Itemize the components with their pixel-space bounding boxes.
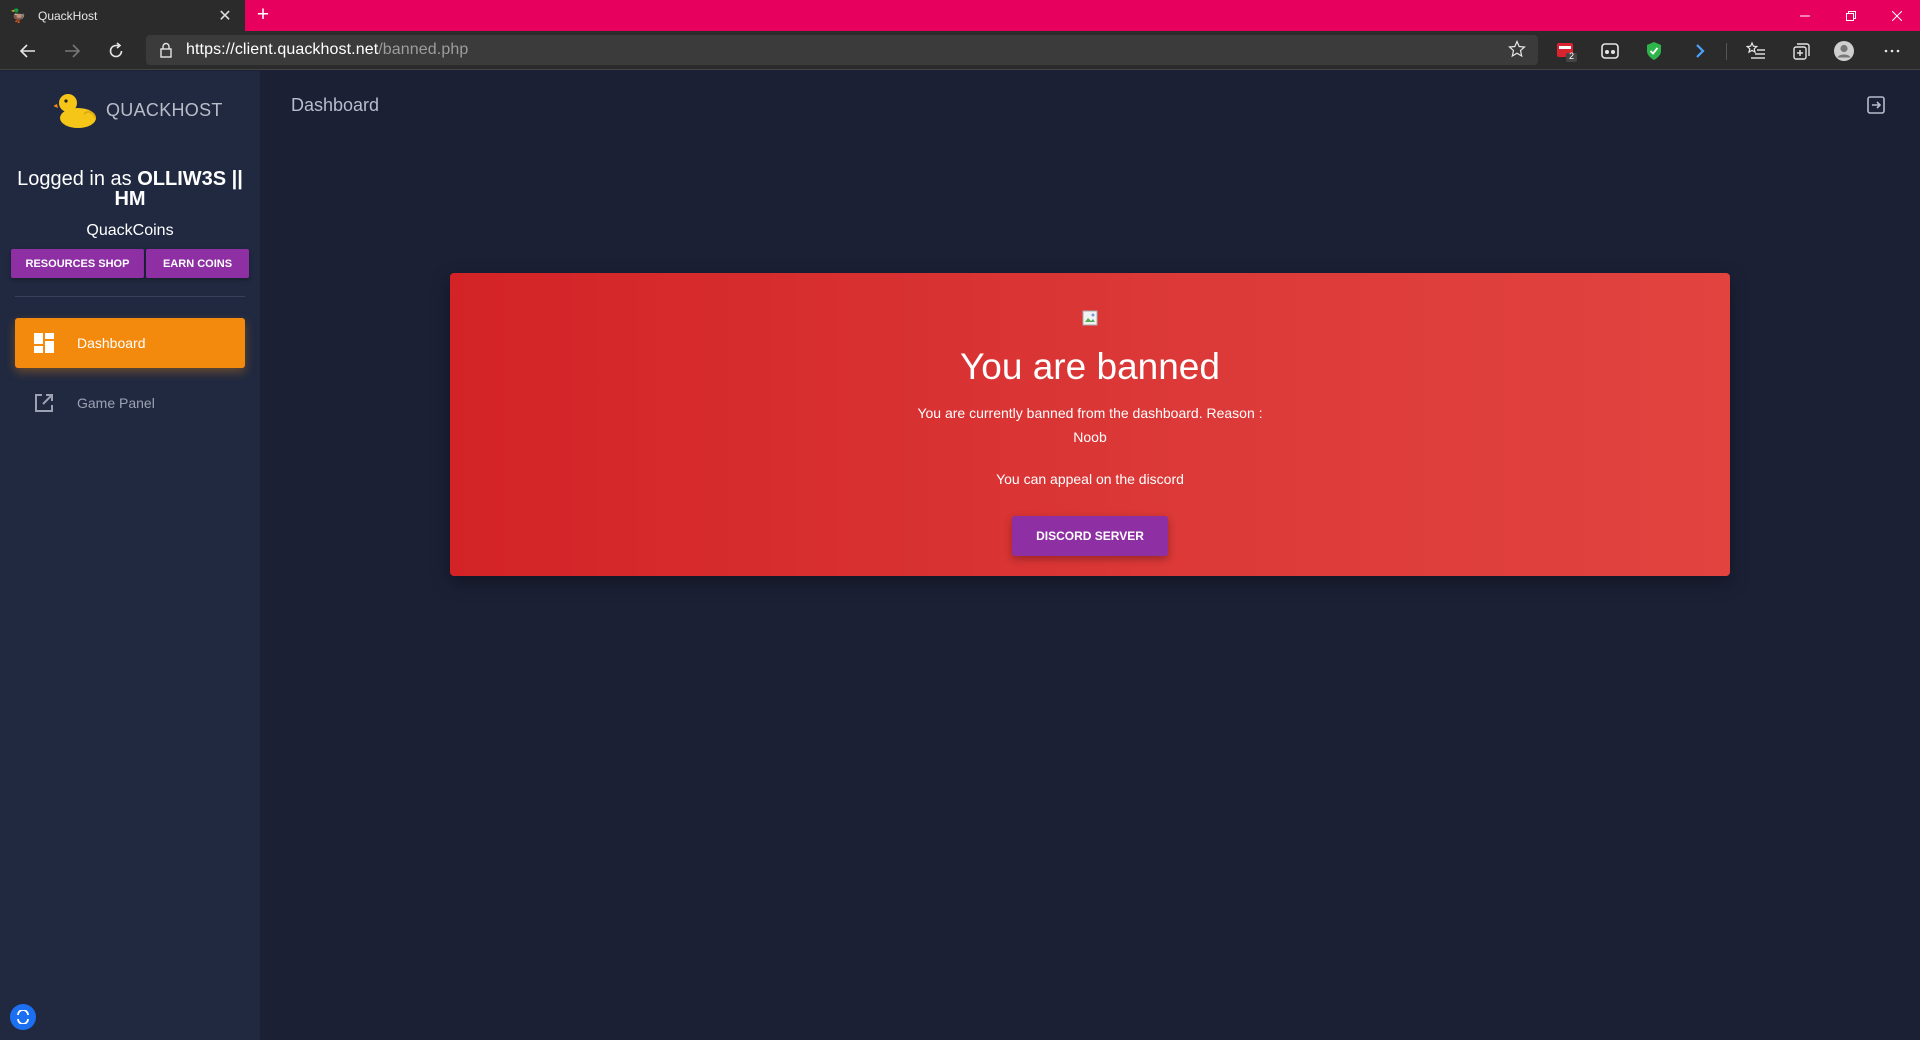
- favorite-star-icon[interactable]: [1508, 40, 1526, 63]
- dashboard-icon: [34, 333, 54, 353]
- logged-in-prefix: Logged in as: [17, 168, 138, 190]
- forward-button[interactable]: [58, 37, 86, 65]
- arrow-left-icon: [19, 44, 35, 58]
- coins-label: QuackCoins: [86, 222, 174, 239]
- minimize-icon: [1800, 15, 1810, 16]
- sidebar-item-game-panel[interactable]: Game Panel: [15, 378, 245, 428]
- refresh-icon: [109, 42, 123, 58]
- url-text: https://client.quackhost.net/banned.php: [186, 41, 468, 59]
- lock-icon[interactable]: [146, 42, 186, 58]
- resources-shop-button[interactable]: RESOURCES SHOP: [11, 249, 144, 278]
- profile-avatar-icon[interactable]: [1832, 39, 1856, 63]
- extension-reader-icon[interactable]: [1598, 39, 1622, 63]
- sidebar-divider: [15, 296, 245, 297]
- ban-reason-value: Noob: [1073, 429, 1107, 445]
- close-window-button[interactable]: [1874, 0, 1920, 31]
- new-tab-button[interactable]: +: [252, 3, 274, 27]
- more-menu-icon[interactable]: [1880, 39, 1904, 63]
- ban-appeal-text: You can appeal on the discord: [996, 471, 1184, 487]
- collections-icon[interactable]: [1788, 39, 1812, 63]
- close-tab-icon[interactable]: ✕: [215, 6, 235, 26]
- minimize-button[interactable]: [1782, 0, 1828, 31]
- duck-favicon-icon: 🦆: [10, 7, 27, 23]
- address-bar[interactable]: https://client.quackhost.net/banned.php: [146, 35, 1538, 65]
- page-title: Dashboard: [291, 95, 380, 115]
- browser-toolbar: https://client.quackhost.net/banned.php …: [0, 31, 1920, 70]
- duck-logo-icon: [54, 94, 96, 128]
- refresh-button[interactable]: [102, 37, 130, 65]
- chevron-right-icon[interactable]: [1688, 39, 1712, 63]
- browser-titlebar: 🦆 QuackHost ✕ +: [0, 0, 1920, 31]
- discord-server-button[interactable]: DISCORD SERVER: [1012, 516, 1168, 556]
- url-host: https://client.quackhost.net: [186, 41, 379, 58]
- sidebar-item-label: Dashboard: [77, 335, 146, 351]
- window-controls: [1782, 0, 1920, 31]
- earn-coins-button[interactable]: EARN COINS: [146, 249, 249, 278]
- logged-in-as: Logged in as OLLIW3S || HM: [10, 169, 250, 209]
- chat-icon: [17, 1010, 29, 1024]
- logout-icon[interactable]: [1866, 95, 1886, 115]
- extension-red-icon[interactable]: 2: [1555, 39, 1579, 63]
- help-chat-button[interactable]: [10, 1004, 36, 1030]
- close-icon: [1892, 10, 1902, 21]
- restore-icon: [1846, 10, 1856, 21]
- shield-icon[interactable]: [1642, 39, 1666, 63]
- restore-button[interactable]: [1828, 0, 1874, 31]
- sidebar-item-label: Game Panel: [77, 395, 155, 411]
- external-link-icon: [35, 394, 53, 412]
- tab-title: QuackHost: [38, 8, 98, 23]
- ban-title: You are banned: [960, 346, 1220, 387]
- url-path: /banned.php: [378, 41, 469, 58]
- arrow-right-icon: [65, 44, 81, 58]
- ban-reason-line: You are currently banned from the dashbo…: [917, 405, 1263, 421]
- favorites-icon[interactable]: [1744, 39, 1768, 63]
- broken-image-icon: [1082, 310, 1098, 326]
- back-button[interactable]: [14, 37, 42, 65]
- extension-badge: 2: [1569, 51, 1575, 61]
- brand-name: QUACKHOST: [106, 99, 223, 120]
- toolbar-divider: [1726, 43, 1727, 60]
- brand[interactable]: QUACKHOST: [54, 90, 223, 130]
- ban-reason-block: You are currently banned from the dashbo…: [450, 401, 1730, 449]
- browser-tab[interactable]: 🦆 QuackHost ✕: [0, 0, 245, 31]
- sidebar-item-dashboard[interactable]: Dashboard: [15, 318, 245, 368]
- sidebar: QUACKHOST Logged in as OLLIW3S || HM Qua…: [0, 71, 260, 1040]
- ban-card: You are banned You are currently banned …: [450, 273, 1730, 576]
